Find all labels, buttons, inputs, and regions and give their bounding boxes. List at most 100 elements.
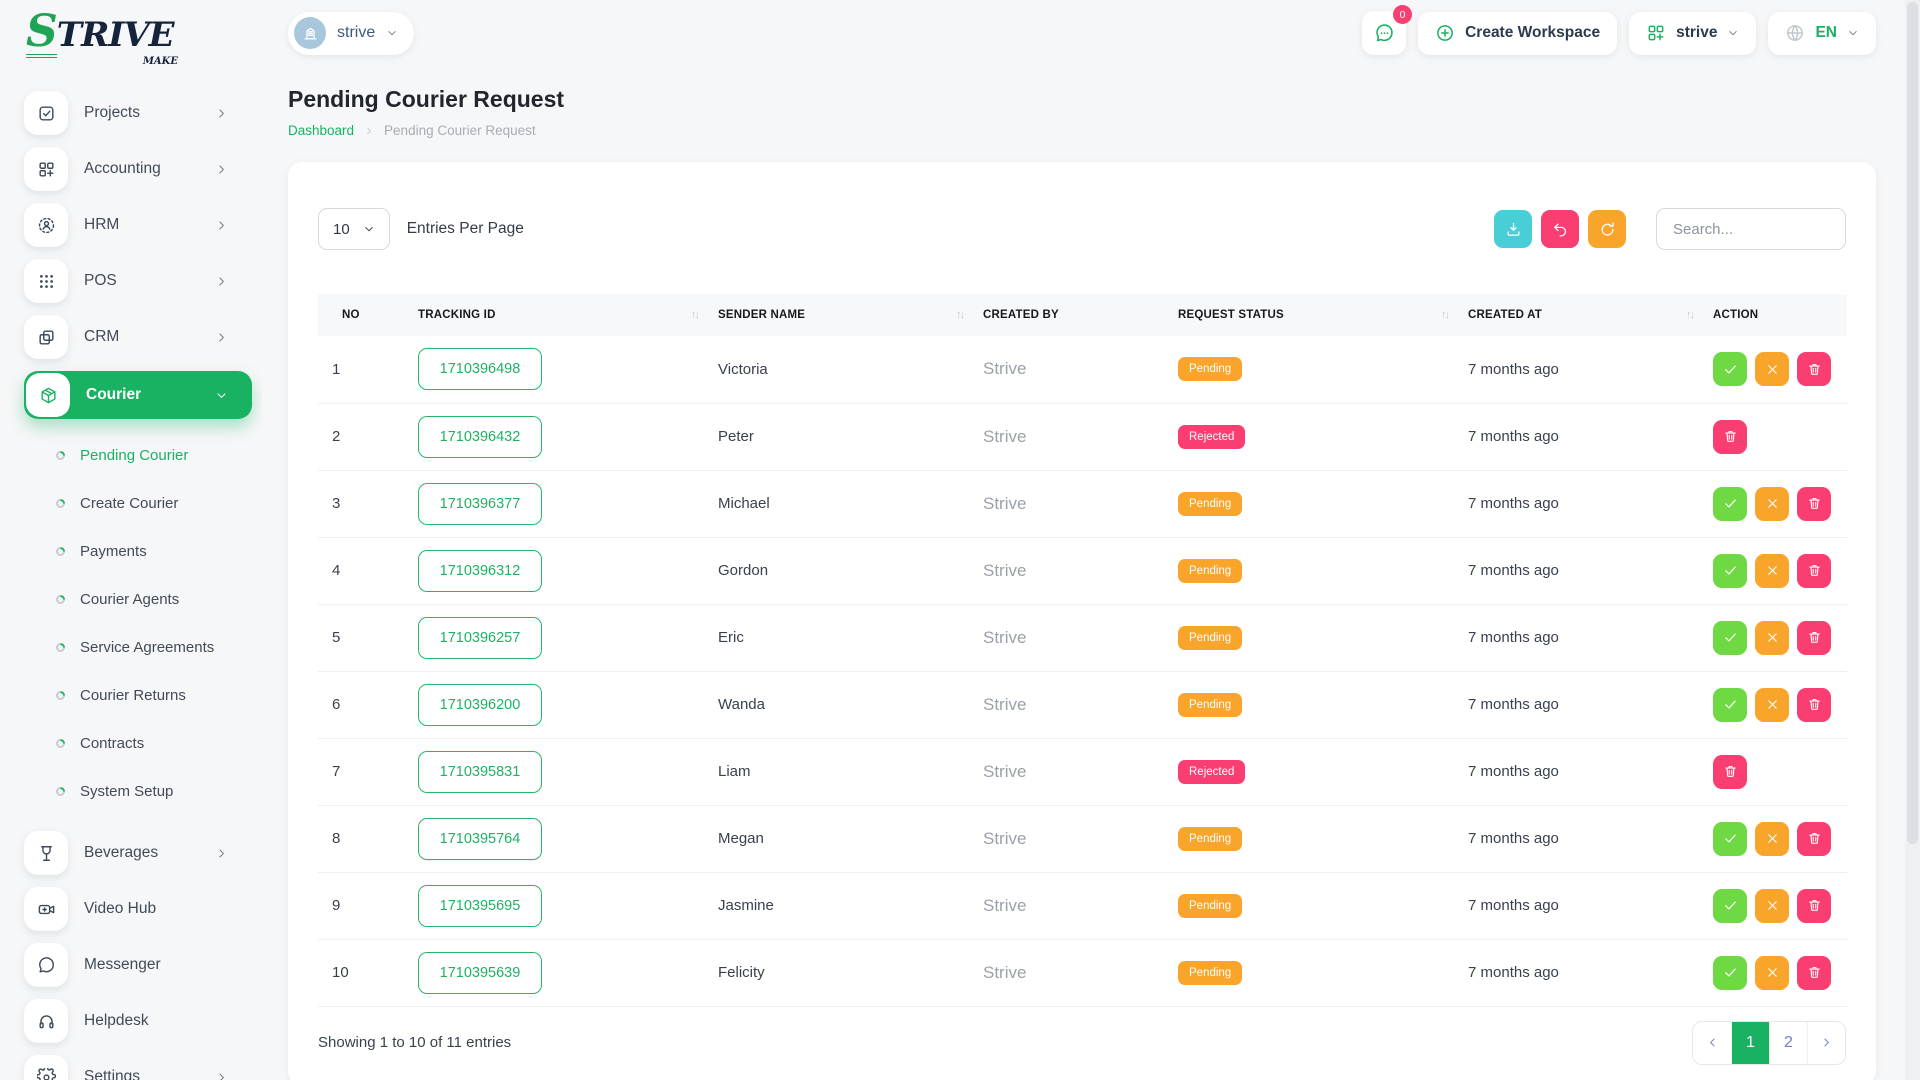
checkbox-icon	[37, 104, 56, 123]
workspace-grid-icon	[1646, 23, 1666, 43]
tracking-id-button[interactable]: 1710395639	[418, 952, 542, 994]
row-number-cell: 5	[318, 604, 408, 671]
sidebar-subitem-courier-returns[interactable]: Courier Returns	[24, 671, 262, 719]
sidebar-subitem-service-agreements[interactable]: Service Agreements	[24, 623, 262, 671]
page-scrollbar[interactable]	[1905, 0, 1920, 1080]
sidebar-subitem-create-courier[interactable]: Create Courier	[24, 479, 262, 527]
sidebar-item-label: POS	[84, 272, 117, 290]
reject-button[interactable]	[1755, 889, 1789, 923]
bullet-icon	[54, 497, 67, 510]
reject-button[interactable]	[1755, 487, 1789, 521]
delete-button[interactable]	[1797, 822, 1831, 856]
check-icon	[1723, 630, 1738, 645]
sidebar-subitem-contracts[interactable]: Contracts	[24, 719, 262, 767]
column-header-no: NO	[318, 294, 408, 336]
column-header-label: CREATED AT	[1468, 309, 1542, 321]
delete-button[interactable]	[1797, 956, 1831, 990]
approve-button[interactable]	[1713, 688, 1747, 722]
next-page-button[interactable]	[1807, 1022, 1845, 1064]
sort-icon[interactable]: ↑↓	[1441, 309, 1448, 321]
search-input[interactable]	[1656, 208, 1846, 250]
sort-icon[interactable]: ↑↓	[956, 309, 963, 321]
request-status-cell: Pending	[1168, 604, 1458, 671]
delete-button[interactable]	[1797, 554, 1831, 588]
approve-button[interactable]	[1713, 554, 1747, 588]
approve-button[interactable]	[1713, 889, 1747, 923]
sidebar-item-projects[interactable]: Projects	[24, 91, 240, 135]
prev-page-button[interactable]	[1693, 1022, 1731, 1064]
approve-button[interactable]	[1713, 822, 1747, 856]
tracking-id-button[interactable]: 1710396312	[418, 550, 542, 592]
delete-button[interactable]	[1713, 420, 1747, 454]
x-icon	[1765, 898, 1780, 913]
sidebar-item-helpdesk[interactable]: Helpdesk	[24, 999, 240, 1043]
refresh-button[interactable]	[1588, 210, 1626, 248]
request-status-cell: Pending	[1168, 805, 1458, 872]
tracking-id-button[interactable]: 1710396498	[418, 348, 542, 390]
workspace-menu-button[interactable]: strive	[1629, 12, 1756, 55]
chat-icon	[37, 956, 56, 975]
brand-logo[interactable]: S TRIVE MAKE	[26, 10, 178, 67]
tracking-id-button[interactable]: 1710395831	[418, 751, 542, 793]
sidebar-subitem-payments[interactable]: Payments	[24, 527, 262, 575]
delete-button[interactable]	[1713, 755, 1747, 789]
sidebar-item-accounting[interactable]: Accounting	[24, 147, 240, 191]
reject-button[interactable]	[1755, 554, 1789, 588]
reject-button[interactable]	[1755, 956, 1789, 990]
sidebar-item-crm[interactable]: CRM	[24, 315, 240, 359]
reject-button[interactable]	[1755, 352, 1789, 386]
approve-button[interactable]	[1713, 956, 1747, 990]
globe-icon	[1785, 23, 1805, 43]
delete-button[interactable]	[1797, 621, 1831, 655]
chevron-right-icon	[215, 331, 228, 344]
tracking-id-button[interactable]: 1710396200	[418, 684, 542, 726]
tracking-id-button[interactable]: 1710396257	[418, 617, 542, 659]
sidebar-item-messenger[interactable]: Messenger	[24, 943, 240, 987]
reject-button[interactable]	[1755, 822, 1789, 856]
sidebar-item-courier[interactable]: Courier	[24, 371, 252, 419]
x-icon	[1765, 965, 1780, 980]
scrollbar-thumb[interactable]	[1907, 2, 1918, 844]
sidebar-subitem-system-setup[interactable]: System Setup	[24, 767, 262, 815]
chat-bubble-icon	[1374, 23, 1395, 44]
sidebar-subitem-courier-agents[interactable]: Courier Agents	[24, 575, 262, 623]
sidebar-subitem-pending-courier[interactable]: Pending Courier	[24, 431, 262, 479]
tracking-id-button[interactable]: 1710395695	[418, 885, 542, 927]
delete-button[interactable]	[1797, 352, 1831, 386]
sidebar-item-beverages[interactable]: Beverages	[24, 831, 240, 875]
export-download-button[interactable]	[1494, 210, 1532, 248]
sidebar-item-hrm[interactable]: HRM	[24, 203, 240, 247]
reject-button[interactable]	[1755, 621, 1789, 655]
bullet-icon	[54, 641, 67, 654]
created-by-cell: Strive	[973, 805, 1168, 872]
reject-button[interactable]	[1755, 688, 1789, 722]
sidebar-item-pos[interactable]: POS	[24, 259, 240, 303]
approve-button[interactable]	[1713, 621, 1747, 655]
tracking-id-cell: 1710396432	[408, 403, 708, 470]
messages-button[interactable]: 0	[1362, 11, 1406, 55]
breadcrumb-dashboard-link[interactable]: Dashboard	[288, 123, 354, 138]
tracking-id-button[interactable]: 1710395764	[418, 818, 542, 860]
sidebar-item-settings[interactable]: Settings	[24, 1055, 240, 1080]
approve-button[interactable]	[1713, 352, 1747, 386]
entries-per-page-select[interactable]: 10	[318, 208, 390, 250]
delete-button[interactable]	[1797, 688, 1831, 722]
bullet-icon	[54, 689, 67, 702]
undo-button[interactable]	[1541, 210, 1579, 248]
tracking-id-button[interactable]: 1710396377	[418, 483, 542, 525]
page-button-2[interactable]: 2	[1769, 1022, 1807, 1064]
created-by-cell: Strive	[973, 671, 1168, 738]
workspace-chip[interactable]: strive	[288, 12, 414, 55]
page-button-1[interactable]: 1	[1731, 1022, 1769, 1064]
sidebar-item-icon-box	[24, 259, 68, 303]
create-workspace-button[interactable]: Create Workspace	[1418, 12, 1617, 55]
approve-button[interactable]	[1713, 487, 1747, 521]
tracking-id-button[interactable]: 1710396432	[418, 416, 542, 458]
sort-icon[interactable]: ↑↓	[691, 309, 698, 321]
delete-button[interactable]	[1797, 889, 1831, 923]
dots-grid-icon	[37, 272, 56, 291]
language-selector[interactable]: EN	[1768, 12, 1876, 55]
sidebar-item-video-hub[interactable]: Video Hub	[24, 887, 240, 931]
delete-button[interactable]	[1797, 487, 1831, 521]
sort-icon[interactable]: ↑↓	[1686, 309, 1693, 321]
